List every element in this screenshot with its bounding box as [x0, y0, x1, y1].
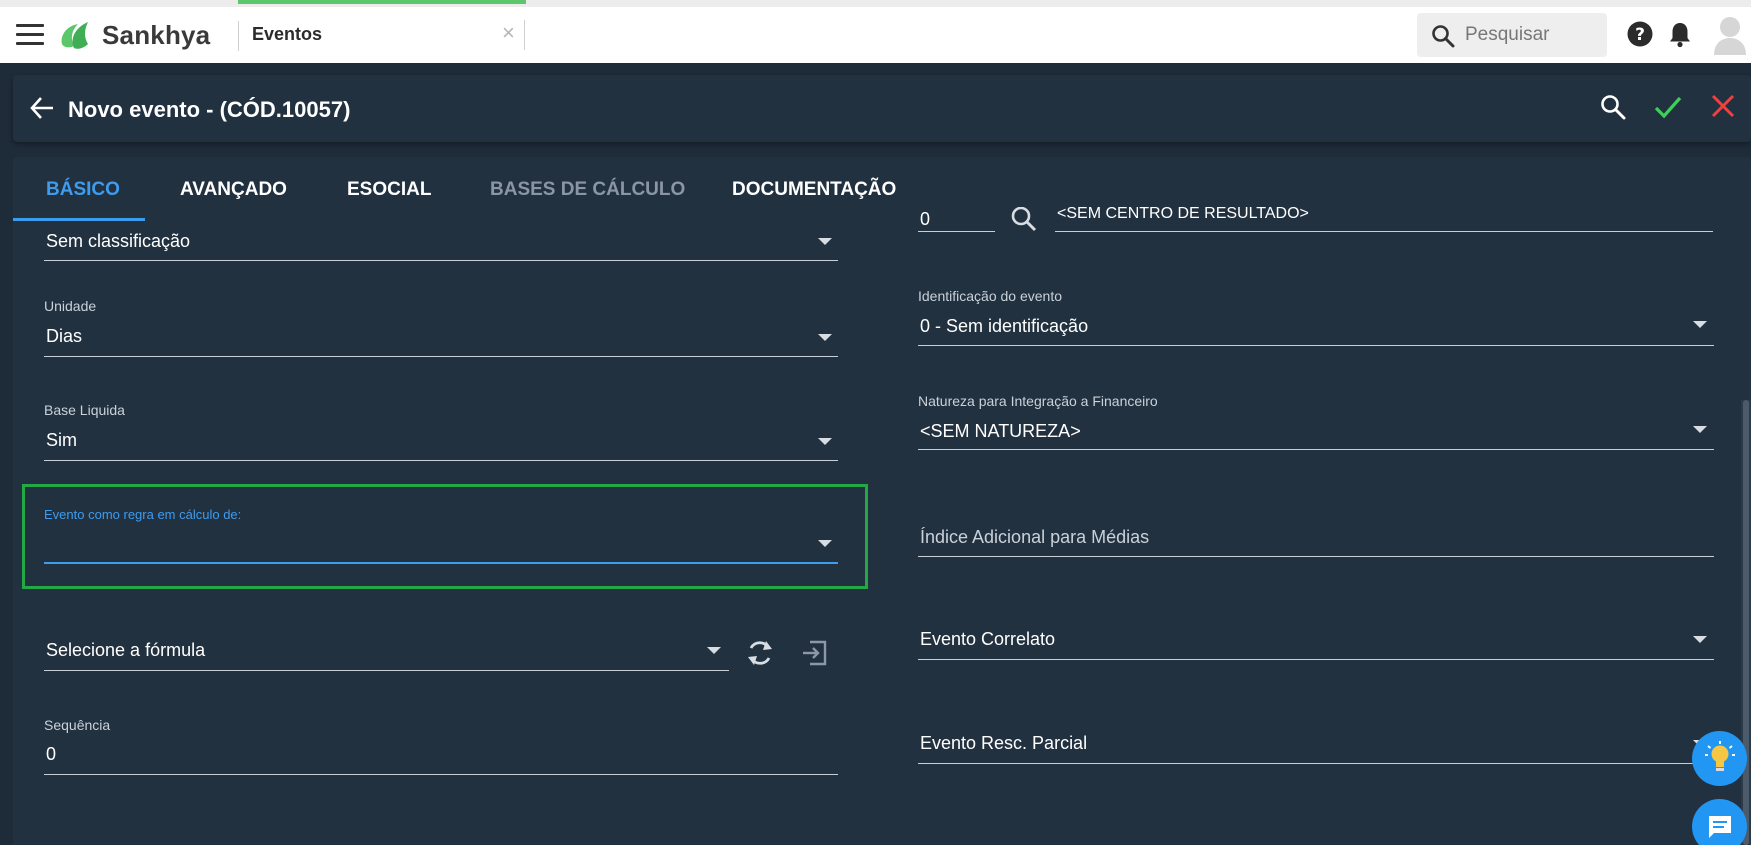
chevron-down-icon[interactable] [1693, 321, 1707, 328]
field-underline [918, 345, 1714, 346]
global-search-input[interactable] [1465, 23, 1595, 47]
app-tab-active-indicator [238, 0, 526, 4]
centro-resultado-value: <SEM CENTRO DE RESULTADO> [1057, 205, 1309, 222]
active-tab-indicator [13, 218, 145, 221]
tips-lightbulb-button[interactable] [1692, 731, 1747, 786]
indice-placeholder: Índice Adicional para Médias [920, 527, 1150, 547]
form-content: BÁSICO AVANÇADO ESOCIAL BASES DE CÁLCULO… [13, 157, 1751, 845]
page-title: Novo evento - (CÓD.10057) [68, 97, 351, 122]
tab-avancado[interactable]: AVANÇADO [180, 179, 287, 201]
indice-field[interactable]: Índice Adicional para Médias [918, 527, 1714, 567]
cancel-close-icon[interactable] [1711, 94, 1735, 118]
sankhya-logo-icon [61, 22, 88, 49]
field-underline [44, 260, 838, 261]
natureza-value: <SEM NATUREZA> [920, 421, 1081, 441]
base-liquida-label: Base Liquida [44, 402, 125, 418]
tab-bases-de-calculo: BASES DE CÁLCULO [490, 179, 686, 200]
sequencia-value[interactable]: 0 [46, 744, 56, 765]
natureza-select[interactable]: Natureza para Integração a Financeiro <S… [918, 393, 1714, 463]
chevron-down-icon[interactable] [707, 647, 721, 654]
brand-logo[interactable]: Sankhya [58, 17, 210, 53]
resc-parcial-select[interactable]: Evento Resc. Parcial [918, 733, 1714, 773]
field-underline [918, 556, 1714, 557]
lightbulb-icon [1705, 741, 1735, 771]
formula-select[interactable]: Selecione a fórmula [44, 640, 729, 690]
app-tab-label: Eventos [252, 24, 323, 44]
svg-text:?: ? [1635, 25, 1645, 45]
form-header: Novo evento - (CÓD.10057) [13, 75, 1751, 142]
field-underline [918, 231, 995, 232]
field-underline-focused [44, 562, 838, 564]
chevron-down-icon[interactable] [1693, 636, 1707, 643]
correlato-value: Evento Correlato [920, 629, 1056, 649]
field-underline [918, 763, 1714, 764]
tab-basico[interactable]: BÁSICO [46, 179, 120, 201]
classificacao-select[interactable]: Sem classificação [44, 223, 838, 267]
field-underline [44, 356, 838, 357]
field-underline [44, 670, 729, 671]
identificacao-select[interactable]: Identificação do evento 0 - Sem identifi… [918, 288, 1714, 358]
chat-bubble-icon [1709, 816, 1731, 838]
chevron-down-icon[interactable] [818, 540, 832, 547]
unidade-select[interactable]: Unidade Dias [44, 298, 838, 368]
chevron-down-icon[interactable] [818, 238, 832, 245]
help-icon[interactable]: ? [1627, 21, 1653, 47]
formula-value: Selecione a fórmula [46, 640, 206, 660]
centro-resultado-code-value: 0 [920, 209, 931, 229]
back-arrow-icon[interactable] [29, 95, 55, 121]
field-underline [44, 774, 838, 775]
tab-esocial[interactable]: ESOCIAL [347, 179, 431, 201]
hamburger-menu-icon[interactable] [16, 24, 44, 46]
field-underline [44, 460, 838, 461]
centro-resultado-field[interactable]: <SEM CENTRO DE RESULTADO> [1055, 205, 1713, 239]
sequencia-field[interactable]: Sequência 0 [44, 717, 838, 787]
chevron-down-icon[interactable] [818, 334, 832, 341]
search-icon[interactable] [1600, 94, 1626, 120]
identificacao-value: 0 - Sem identificação [920, 316, 1089, 336]
search-icon[interactable] [1010, 207, 1038, 235]
refresh-icon[interactable] [746, 638, 774, 668]
close-tab-icon[interactable]: × [502, 20, 515, 46]
base-liquida-value: Sim [46, 430, 77, 450]
unidade-value: Dias [46, 326, 83, 346]
chevron-down-icon[interactable] [1693, 426, 1707, 433]
base-liquida-select[interactable]: Base Liquida Sim [44, 402, 838, 472]
chevron-down-icon[interactable] [818, 438, 832, 445]
chat-button[interactable] [1692, 799, 1747, 845]
field-underline [1055, 231, 1713, 232]
unidade-label: Unidade [44, 298, 97, 314]
app-tab-eventos[interactable]: Eventos × [238, 0, 526, 63]
classificacao-value: Sem classificação [46, 231, 191, 251]
resc-parcial-value: Evento Resc. Parcial [920, 733, 1088, 753]
brand-name: Sankhya [102, 19, 211, 50]
sequencia-label: Sequência [44, 717, 111, 733]
scrollbar-thumb[interactable] [1743, 400, 1749, 845]
scrollbar[interactable] [1741, 400, 1751, 845]
search-icon [1432, 25, 1455, 48]
tab-divider-right [524, 20, 525, 50]
top-app-bar: Sankhya Eventos × ? [0, 0, 1751, 63]
centro-resultado-code[interactable]: 0 [918, 209, 995, 239]
identificacao-label: Identificação do evento [918, 288, 1062, 304]
user-avatar-icon[interactable] [1712, 15, 1748, 55]
evento-regra-label: Evento como regra em cálculo de: [44, 507, 242, 522]
tab-documentacao[interactable]: DOCUMENTAÇÃO [732, 179, 896, 201]
correlato-select[interactable]: Evento Correlato [918, 629, 1714, 669]
global-search[interactable] [1417, 13, 1607, 57]
open-formula-icon[interactable] [800, 639, 828, 667]
field-underline [918, 659, 1714, 660]
notification-bell-icon[interactable] [1668, 21, 1692, 48]
confirm-check-icon[interactable] [1654, 94, 1682, 120]
natureza-label: Natureza para Integração a Financeiro [918, 393, 1158, 409]
field-underline [918, 449, 1714, 450]
evento-regra-select[interactable]: Evento como regra em cálculo de: [44, 507, 838, 577]
